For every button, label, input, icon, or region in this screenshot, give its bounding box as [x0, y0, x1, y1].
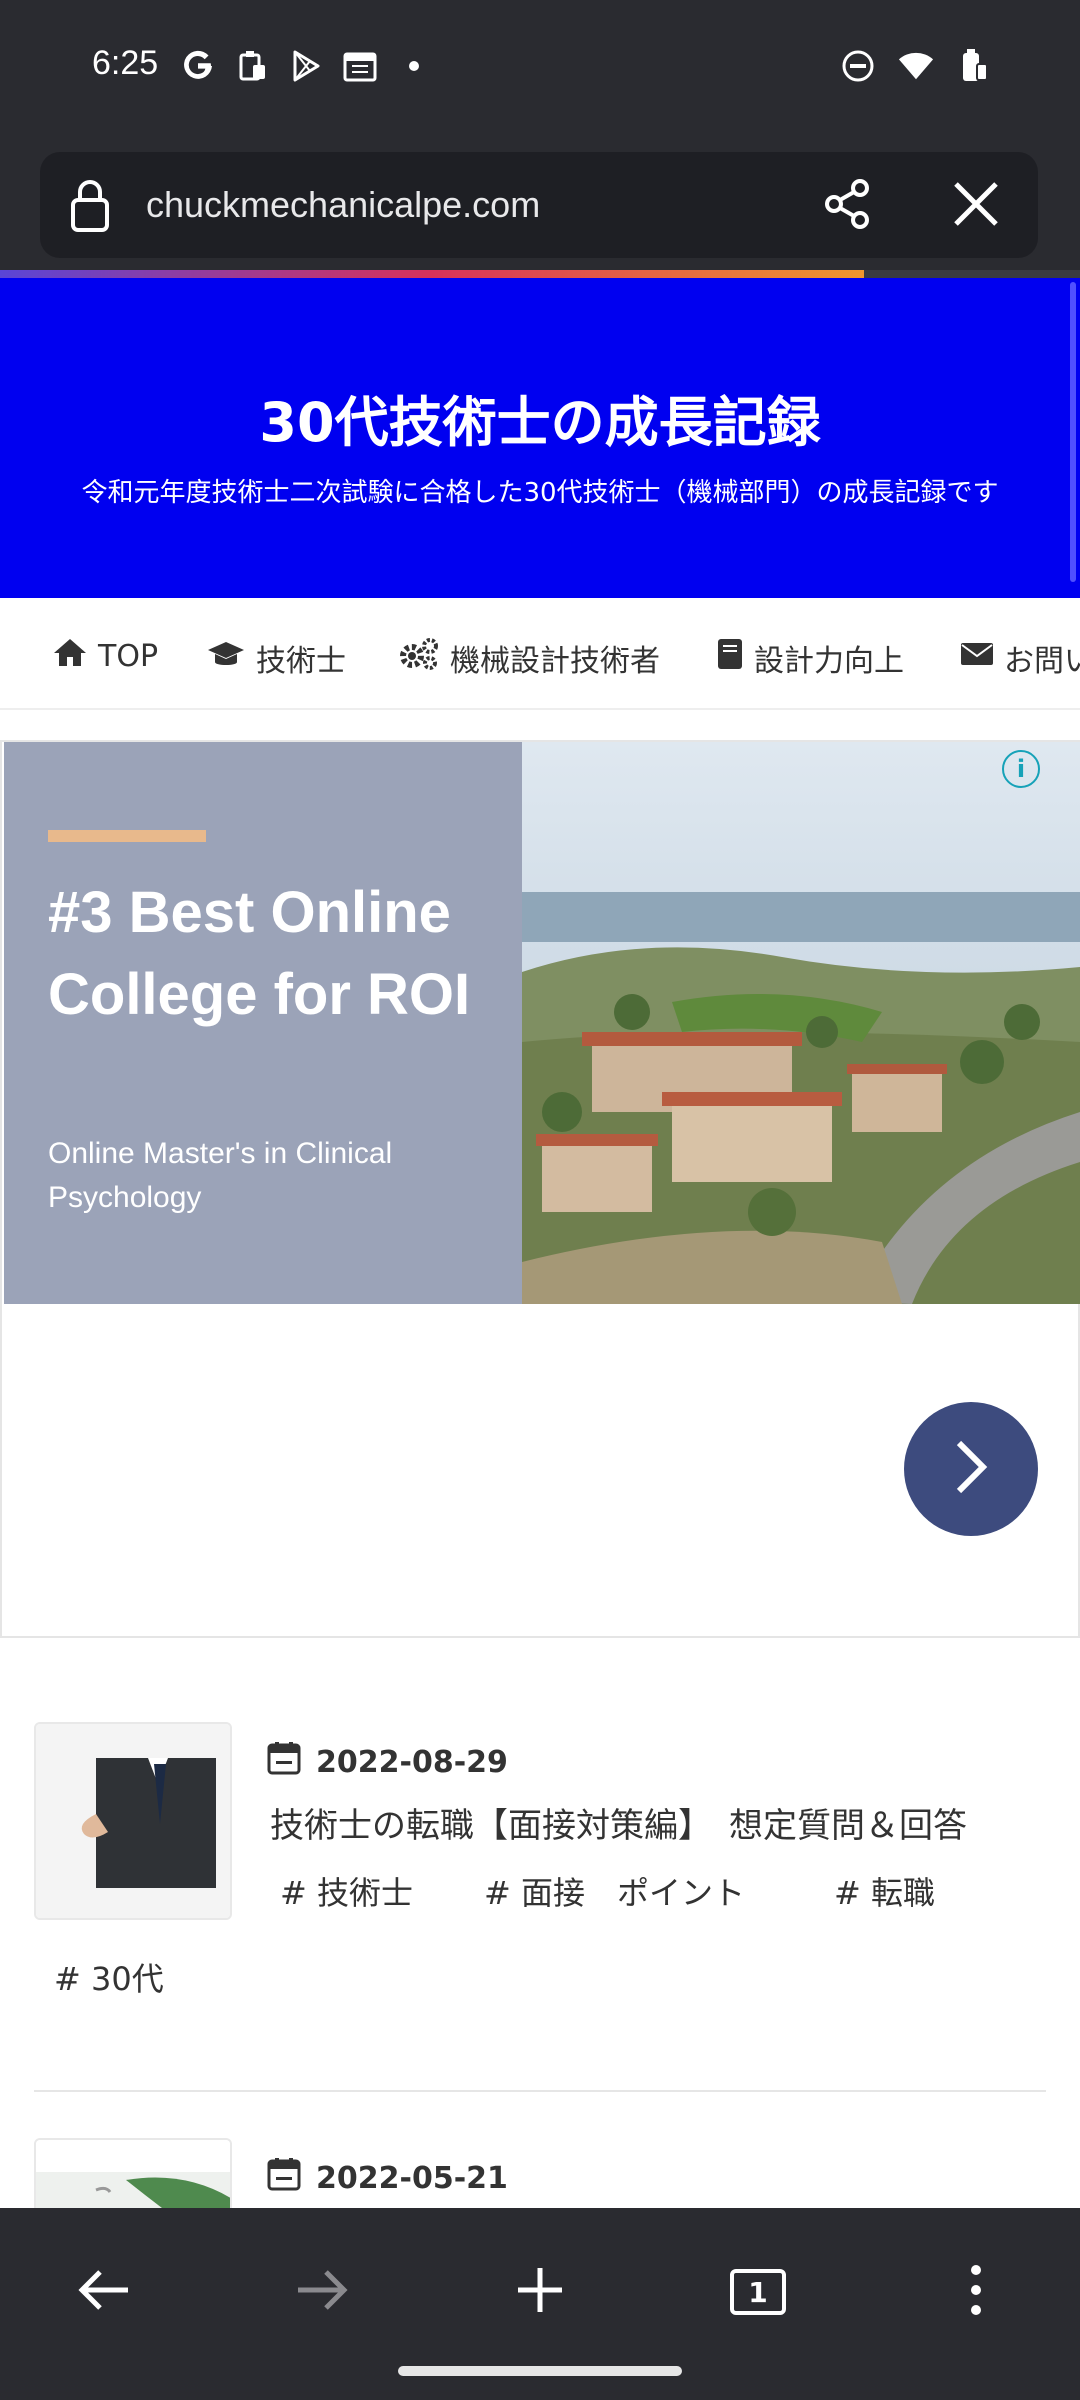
new-tab-icon	[514, 2264, 566, 2320]
nav-item-mechanical-design[interactable]: 機械設計技術者	[398, 636, 660, 680]
gears-icon	[398, 637, 440, 679]
page-scrollbar[interactable]	[1070, 282, 1076, 582]
dot-icon	[396, 48, 432, 84]
nav-label: 設計力向上	[754, 644, 904, 679]
ad-campus-image[interactable]	[522, 742, 1080, 1304]
post-date-text: 2022-05-21	[316, 2160, 508, 2196]
nav-item-engineer[interactable]: 技術士	[206, 636, 346, 680]
post-date-text: 2022-08-29	[316, 1744, 508, 1780]
ad-headline[interactable]: #3 Best Online College for ROI	[48, 872, 508, 1036]
play-store-icon	[288, 48, 324, 84]
site-nav: TOP 技術士 機械設計技術者 設計力向上 お問い	[0, 598, 1080, 710]
nav-label: お問い	[1004, 644, 1080, 679]
forward-button[interactable]	[290, 2260, 354, 2324]
post-divider	[34, 2090, 1046, 2092]
battery-icon	[956, 48, 992, 84]
clipboard-icon	[234, 48, 270, 84]
tag-link[interactable]: # 技術士	[280, 1868, 413, 1914]
web-page: 30代技術士の成長記録 令和元年度技術士二次試験に合格した30代技術士（機械部門…	[0, 278, 1080, 2208]
home-indicator[interactable]	[398, 2366, 682, 2376]
page-load-progress	[0, 270, 1080, 278]
url-text[interactable]: chuckmechanicalpe.com	[146, 184, 540, 226]
google-icon	[180, 48, 216, 84]
envelope-icon	[960, 640, 994, 676]
ad-info-icon[interactable]: i	[1002, 750, 1040, 788]
nav-label: 技術士	[256, 644, 346, 679]
back-icon	[76, 2268, 132, 2316]
back-button[interactable]	[72, 2260, 136, 2324]
share-icon[interactable]	[820, 176, 876, 236]
nav-label: TOP	[98, 638, 159, 674]
post-date: 2022-08-29	[266, 1740, 508, 1784]
post-date: 2022-05-21	[266, 2156, 508, 2200]
calendar-icon	[342, 48, 378, 84]
calendar-icon	[266, 1740, 302, 1784]
home-icon	[52, 636, 88, 676]
status-time: 6:25	[92, 44, 159, 82]
dnd-icon	[840, 48, 876, 84]
tab-count-icon: 1	[730, 2269, 786, 2315]
ad-text-panel[interactable]: #3 Best Online College for ROI Online Ma…	[4, 742, 522, 1304]
ad-subline[interactable]: Online Master's in Clinical Psychology	[48, 1132, 508, 1220]
more-icon	[970, 2264, 982, 2320]
post-title[interactable]: 技術士の転職【面接対策編】 想定質問＆回答	[270, 1798, 967, 1847]
chevron-right-icon	[949, 1437, 993, 1501]
wifi-icon	[898, 48, 934, 84]
close-icon[interactable]	[948, 176, 1004, 236]
post-thumbnail[interactable]	[34, 1722, 232, 1920]
book-icon	[716, 637, 744, 679]
nav-label: 機械設計技術者	[450, 644, 660, 679]
forward-icon	[294, 2268, 350, 2316]
tag-link[interactable]: # 面接 ポイント	[484, 1868, 745, 1914]
lock-icon[interactable]	[70, 178, 110, 236]
status-bar: 6:25	[0, 0, 1080, 140]
site-title[interactable]: 30代技術士の成長記録	[0, 378, 1080, 457]
site-header[interactable]: 30代技術士の成長記録 令和元年度技術士二次試験に合格した30代技術士（機械部門…	[0, 278, 1080, 598]
tab-count: 1	[748, 2275, 768, 2309]
more-menu-button[interactable]	[944, 2260, 1008, 2324]
nav-item-contact[interactable]: お問い	[960, 636, 1080, 680]
site-subtitle: 令和元年度技術士二次試験に合格した30代技術士（機械部門）の成長記録です	[81, 478, 999, 508]
page-load-progress-fill	[0, 270, 864, 278]
nav-item-top[interactable]: TOP	[52, 636, 158, 676]
calendar-icon	[266, 2156, 302, 2200]
graduation-cap-icon	[206, 638, 246, 678]
tag-link[interactable]: # 30代	[54, 1954, 164, 2000]
tag-link[interactable]: # 転職	[834, 1868, 935, 1914]
post-thumbnail[interactable]	[34, 2138, 232, 2208]
ad-accent-bar	[48, 830, 206, 842]
ad-banner[interactable]: #3 Best Online College for ROI Online Ma…	[0, 740, 1080, 1638]
new-tab-button[interactable]	[508, 2260, 572, 2324]
nav-item-design-skill[interactable]: 設計力向上	[716, 636, 904, 680]
browser-bottom-bar: 1	[0, 2208, 1080, 2400]
url-bar[interactable]: chuckmechanicalpe.com	[40, 152, 1038, 258]
tab-switcher-button[interactable]: 1	[726, 2260, 790, 2324]
ad-next-button[interactable]	[904, 1402, 1038, 1536]
